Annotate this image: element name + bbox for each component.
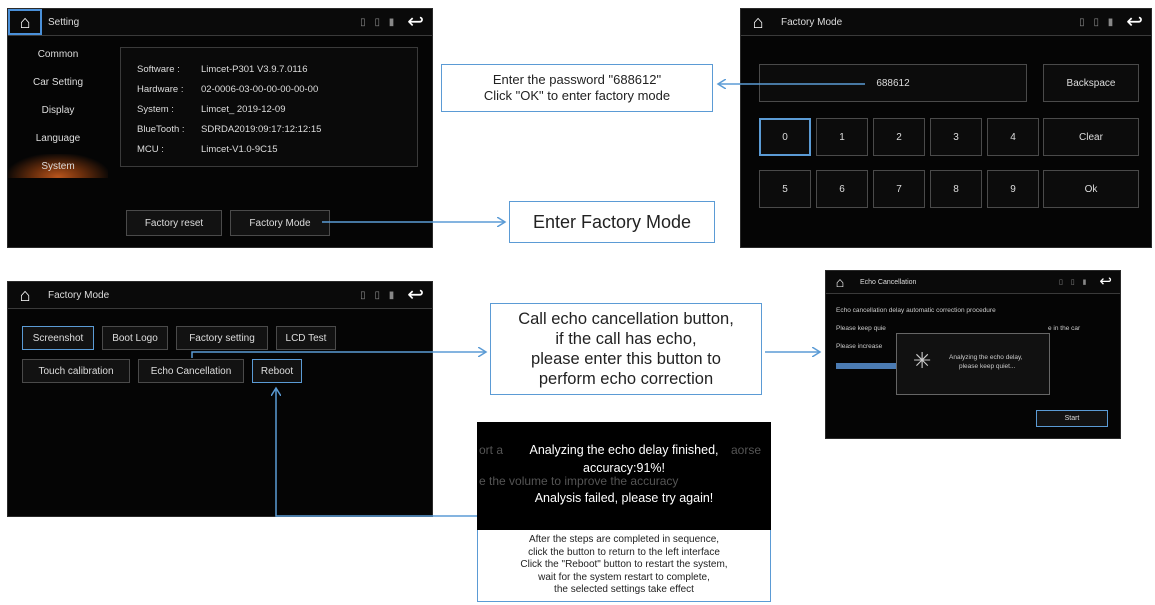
arrow-to-echo-callout — [191, 352, 486, 358]
connector-arrows — [191, 0, 865, 517]
arrow-to-reboot — [276, 388, 477, 517]
